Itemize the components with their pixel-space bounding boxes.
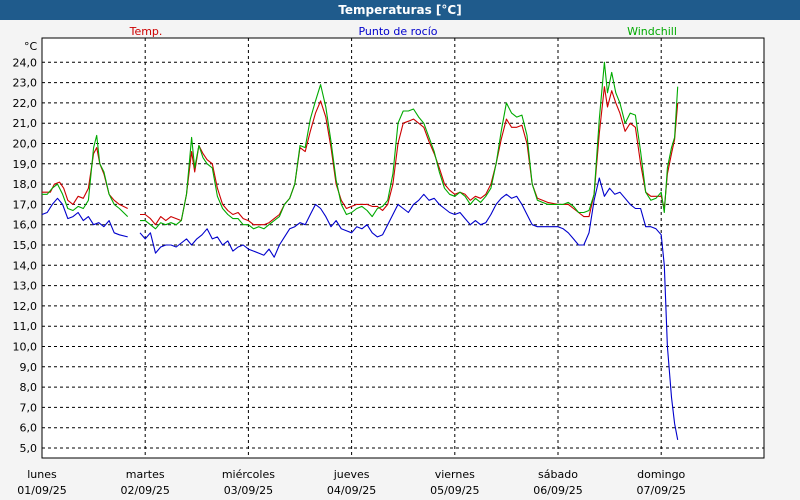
chart-window: Temperaturas [°C] 5,0 6,0 7,0 8,0 9,0 10,0 11,… [0, 0, 800, 500]
y-tick-label: 17,0 [13, 198, 38, 211]
y-tick-label: 9,0 [20, 361, 38, 374]
x-tick-day: domingo [637, 468, 685, 481]
x-tick-date: 04/09/25 [327, 484, 376, 497]
y-tick-label: 22,0 [13, 97, 38, 110]
y-tick-label: 14,0 [13, 259, 38, 272]
x-axis-ticks: lunes 01/09/25 martes 02/09/25 miércoles 03/0… [17, 468, 686, 497]
x-tick-day: viernes [435, 468, 475, 481]
x-tick-date: 07/09/25 [636, 484, 685, 497]
y-axis-unit: °C [24, 40, 38, 53]
y-tick-label: 7,0 [20, 401, 38, 414]
legend: Temp. Punto de rocío Windchill [129, 25, 677, 38]
y-tick-label: 15,0 [13, 239, 38, 252]
y-tick-label: 20,0 [13, 138, 38, 151]
x-tick-date: 05/09/25 [430, 484, 479, 497]
y-tick-label: 13,0 [13, 280, 38, 293]
x-tick-day: jueves [333, 468, 370, 481]
x-tick-day: sábado [538, 468, 578, 481]
y-tick-label: 5,0 [20, 442, 38, 455]
x-tick-date: 06/09/25 [533, 484, 582, 497]
y-tick-label: 23,0 [13, 77, 38, 90]
y-tick-label: 21,0 [13, 117, 38, 130]
x-tick-date: 01/09/25 [17, 484, 66, 497]
plot-area [41, 37, 765, 459]
y-tick-label: 16,0 [13, 219, 38, 232]
legend-temp: Temp. [129, 25, 163, 38]
chart-title: Temperaturas [°C] [0, 0, 800, 20]
y-tick-label: 8,0 [20, 381, 38, 394]
x-tick-day: lunes [27, 468, 57, 481]
y-tick-label: 18,0 [13, 178, 38, 191]
temperature-chart: 5,0 6,0 7,0 8,0 9,0 10,0 11,0 12,0 13,0 14,0 15,0 1… [13, 25, 765, 497]
y-tick-label: 24,0 [13, 56, 38, 69]
x-tick-day: miércoles [222, 468, 275, 481]
x-tick-day: martes [126, 468, 165, 481]
y-tick-label: 19,0 [13, 158, 38, 171]
y-tick-label: 11,0 [13, 320, 38, 333]
y-tick-label: 6,0 [20, 422, 38, 435]
y-tick-label: 10,0 [13, 341, 38, 354]
legend-windchill: Windchill [627, 25, 677, 38]
y-tick-label: 12,0 [13, 300, 38, 313]
y-axis-ticks: 5,0 6,0 7,0 8,0 9,0 10,0 11,0 12,0 13,0 14,0 15,0 1… [13, 56, 38, 455]
legend-dewpoint: Punto de rocío [358, 25, 437, 38]
x-tick-date: 03/09/25 [224, 484, 273, 497]
x-tick-date: 02/09/25 [120, 484, 169, 497]
